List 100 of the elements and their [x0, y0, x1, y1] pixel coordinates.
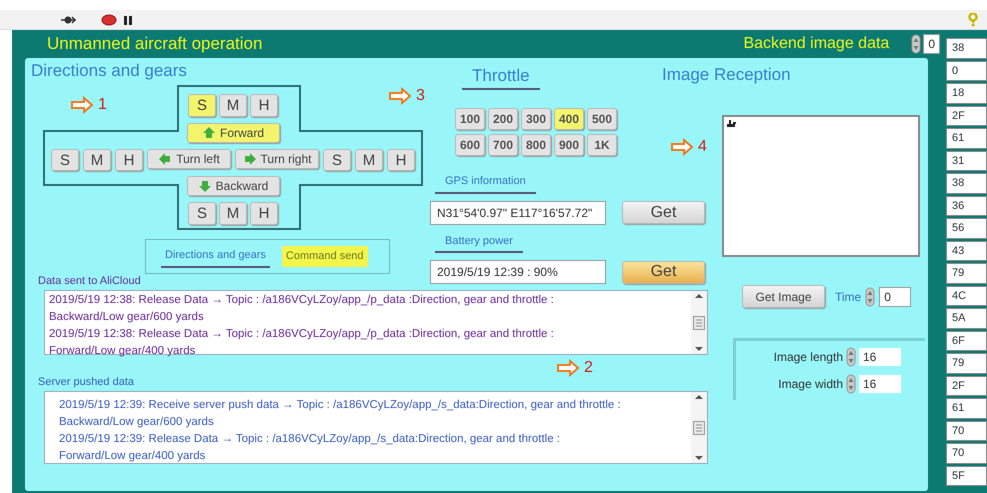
section-title: Backend image data [743, 34, 890, 54]
value-cell: 70 [946, 420, 987, 441]
gear-button[interactable]: H [387, 149, 415, 171]
time-field[interactable]: 0 [879, 286, 912, 306]
value-cell: 61 [946, 398, 987, 418]
panel-title: Image Reception [662, 65, 792, 85]
scroll-down-icon[interactable] [695, 347, 703, 351]
arrow-icon [158, 152, 172, 166]
throttle-button[interactable]: 400 [554, 108, 584, 130]
value-cell: 38 [946, 38, 987, 58]
scroll-down-icon[interactable] [695, 456, 703, 460]
gear-button[interactable]: H [115, 149, 143, 171]
throttle-button[interactable]: 200 [488, 108, 518, 130]
spinner-icon[interactable] [846, 374, 856, 394]
annotation-number: 3 [416, 86, 425, 106]
section-label: Battery power [435, 232, 523, 253]
gear-button[interactable]: M [219, 94, 247, 117]
log-entry: 2019/5/19 12:38: Release Data → Topic : /a186VCyLZoy/app_/p_data :Direction, gear and throttle : Backward/Low gear/600 yards [49, 293, 555, 325]
throttle-button[interactable]: 700 [488, 134, 518, 156]
log-entry: 2019/5/19 12:38: Release Data → Topic : /a186VCyLZoy/app_/p_data :Direction, gear and throttle : Forward/Low gear/400 yards [49, 327, 555, 359]
pause-icon[interactable] [124, 16, 132, 25]
tab[interactable]: Command send [282, 246, 368, 267]
value-cell: 4C [946, 286, 987, 306]
number-field[interactable]: 0 [923, 34, 940, 54]
throttle-button[interactable]: 300 [521, 108, 551, 130]
text-field[interactable]: 2019/5/19 12:39 : 90% [430, 260, 606, 284]
gear-button[interactable]: S [51, 149, 79, 171]
gear-button[interactable]: M [219, 202, 247, 225]
throttle-button[interactable]: 600 [455, 134, 485, 156]
gear-button[interactable]: S [323, 149, 351, 171]
panel-title: Directions and gears [31, 61, 188, 81]
pixel-icon [726, 119, 737, 128]
log-label: Data sent to AliCloud [38, 274, 142, 288]
scroll-thumb-icon[interactable] [693, 316, 705, 330]
log-entry: 2019/5/19 12:39: Receive server push data → Topic : /a186VCyLZoy/app_/s_data:Direction, gear and throttle : Backward/Low gear/600 yards [59, 398, 621, 430]
scrollbar[interactable] [691, 291, 707, 354]
arrow-icon [388, 87, 412, 105]
gear-button[interactable]: M [83, 149, 111, 171]
log-label: Server pushed data [38, 375, 136, 389]
run-arrow-icon[interactable] [61, 14, 76, 26]
get-button[interactable]: Get [622, 201, 705, 224]
value-cell: 61 [946, 128, 987, 148]
log-entry: 2019/5/19 12:39: Release Data → Topic : /a186VCyLZoy/app_/s_data:Direction, gear and throttle : Forward/Low gear/400 yards [59, 432, 561, 464]
size-label: Image length [774, 349, 843, 366]
stop-icon[interactable] [101, 14, 117, 26]
direction-button[interactable]: Forward [186, 123, 280, 143]
arrow-icon [70, 96, 94, 114]
get-button[interactable]: Get [622, 260, 705, 284]
arrow-icon [202, 126, 216, 140]
scroll-up-icon[interactable] [695, 395, 703, 399]
value-cell: 31 [946, 150, 987, 171]
tab[interactable]: Directions and gears [161, 245, 270, 268]
arrow-icon [198, 179, 212, 193]
arrow-icon [670, 138, 694, 156]
throttle-button[interactable]: 100 [455, 108, 485, 130]
annotation-number: 1 [98, 95, 107, 115]
gear-button[interactable]: H [250, 202, 278, 225]
value-cell: 5F [946, 466, 987, 486]
spinner-icon[interactable] [911, 34, 922, 54]
value-cell: 18 [946, 83, 987, 104]
value-cell: 38 [946, 173, 987, 194]
value-cell: 56 [946, 218, 987, 238]
size-field[interactable]: 16 [859, 375, 901, 393]
direction-button[interactable]: Turn left [147, 149, 231, 169]
throttle-button[interactable]: 900 [554, 134, 584, 156]
size-field[interactable]: 16 [859, 348, 901, 366]
value-cell: 36 [946, 196, 987, 216]
value-cell: 6F [946, 330, 987, 351]
annotation-number: 2 [584, 358, 593, 378]
direction-button[interactable]: Backward [186, 176, 280, 196]
value-cell: 79 [946, 353, 987, 374]
value-cell: 2F [946, 376, 987, 396]
gear-button[interactable]: S [188, 202, 216, 225]
throttle-button[interactable]: 800 [521, 134, 551, 156]
value-cell: 79 [946, 263, 987, 284]
annotation-number: 4 [698, 137, 707, 157]
value-cell: 43 [946, 240, 987, 261]
gear-button[interactable]: H [250, 94, 278, 117]
arrow-icon [242, 152, 257, 166]
throttle-button[interactable]: 1K [587, 134, 617, 156]
arrow-icon [556, 359, 580, 377]
text-field[interactable]: N31°54'0.97" E117°16'57.72" [430, 200, 606, 224]
get-image-button[interactable]: Get Image [742, 285, 825, 308]
scroll-thumb-icon[interactable] [693, 420, 705, 434]
size-label: Image width [778, 376, 843, 393]
value-cell: 0 [946, 60, 987, 81]
value-cell: 70 [946, 443, 987, 464]
section-label: GPS information [435, 173, 536, 194]
time-label: Time [835, 288, 862, 306]
panel-title: Throttle [462, 66, 540, 90]
value-cell: 2F [946, 106, 987, 126]
spinner-icon[interactable] [865, 286, 876, 306]
direction-button[interactable]: Turn right [235, 149, 319, 169]
scroll-up-icon[interactable] [695, 294, 703, 298]
gear-button[interactable]: S [188, 94, 216, 117]
gear-button[interactable]: M [355, 149, 383, 171]
value-cell: 5A [946, 308, 987, 328]
spinner-icon[interactable] [846, 347, 856, 367]
throttle-button[interactable]: 500 [587, 108, 617, 130]
scrollbar[interactable] [691, 392, 707, 463]
